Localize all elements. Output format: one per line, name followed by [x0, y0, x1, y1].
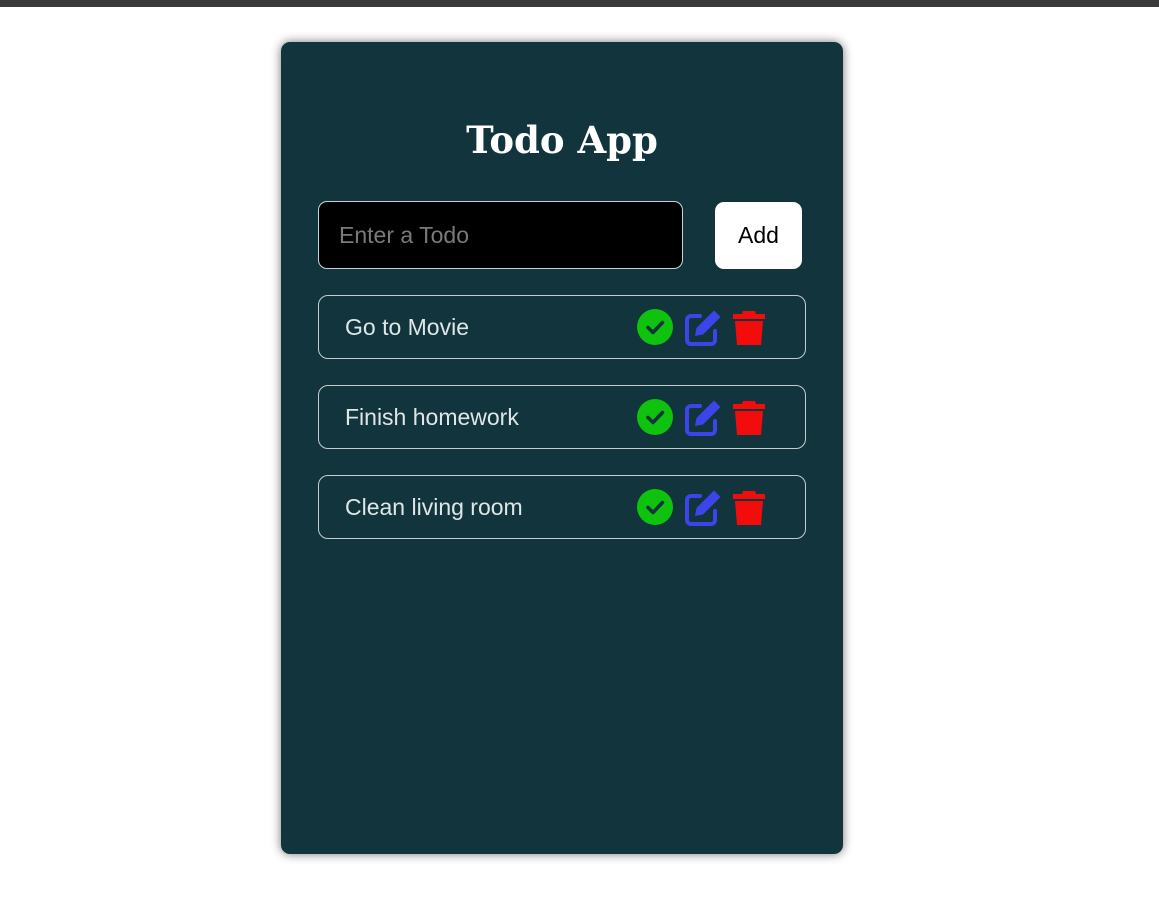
todo-app-card: Todo App Add Go to Movie Finish homework — [281, 42, 843, 854]
todo-item: Clean living room — [318, 475, 806, 539]
trash-icon[interactable] — [730, 309, 768, 347]
todo-text: Go to Movie — [345, 314, 469, 340]
check-circle-icon[interactable] — [637, 309, 675, 347]
todo-input[interactable] — [318, 201, 683, 269]
check-circle-icon[interactable] — [637, 399, 675, 437]
add-button[interactable]: Add — [715, 202, 802, 269]
window-top-bar — [0, 0, 1159, 7]
edit-icon[interactable] — [684, 489, 722, 527]
todo-item: Finish homework — [318, 385, 806, 449]
edit-icon[interactable] — [684, 309, 722, 347]
todo-text: Finish homework — [345, 404, 519, 430]
edit-icon[interactable] — [684, 399, 722, 437]
page-title: Todo App — [466, 118, 658, 162]
todo-item: Go to Movie — [318, 295, 806, 359]
check-circle-icon[interactable] — [637, 489, 675, 527]
trash-icon[interactable] — [730, 399, 768, 437]
trash-icon[interactable] — [730, 489, 768, 527]
todo-text: Clean living room — [345, 494, 523, 520]
